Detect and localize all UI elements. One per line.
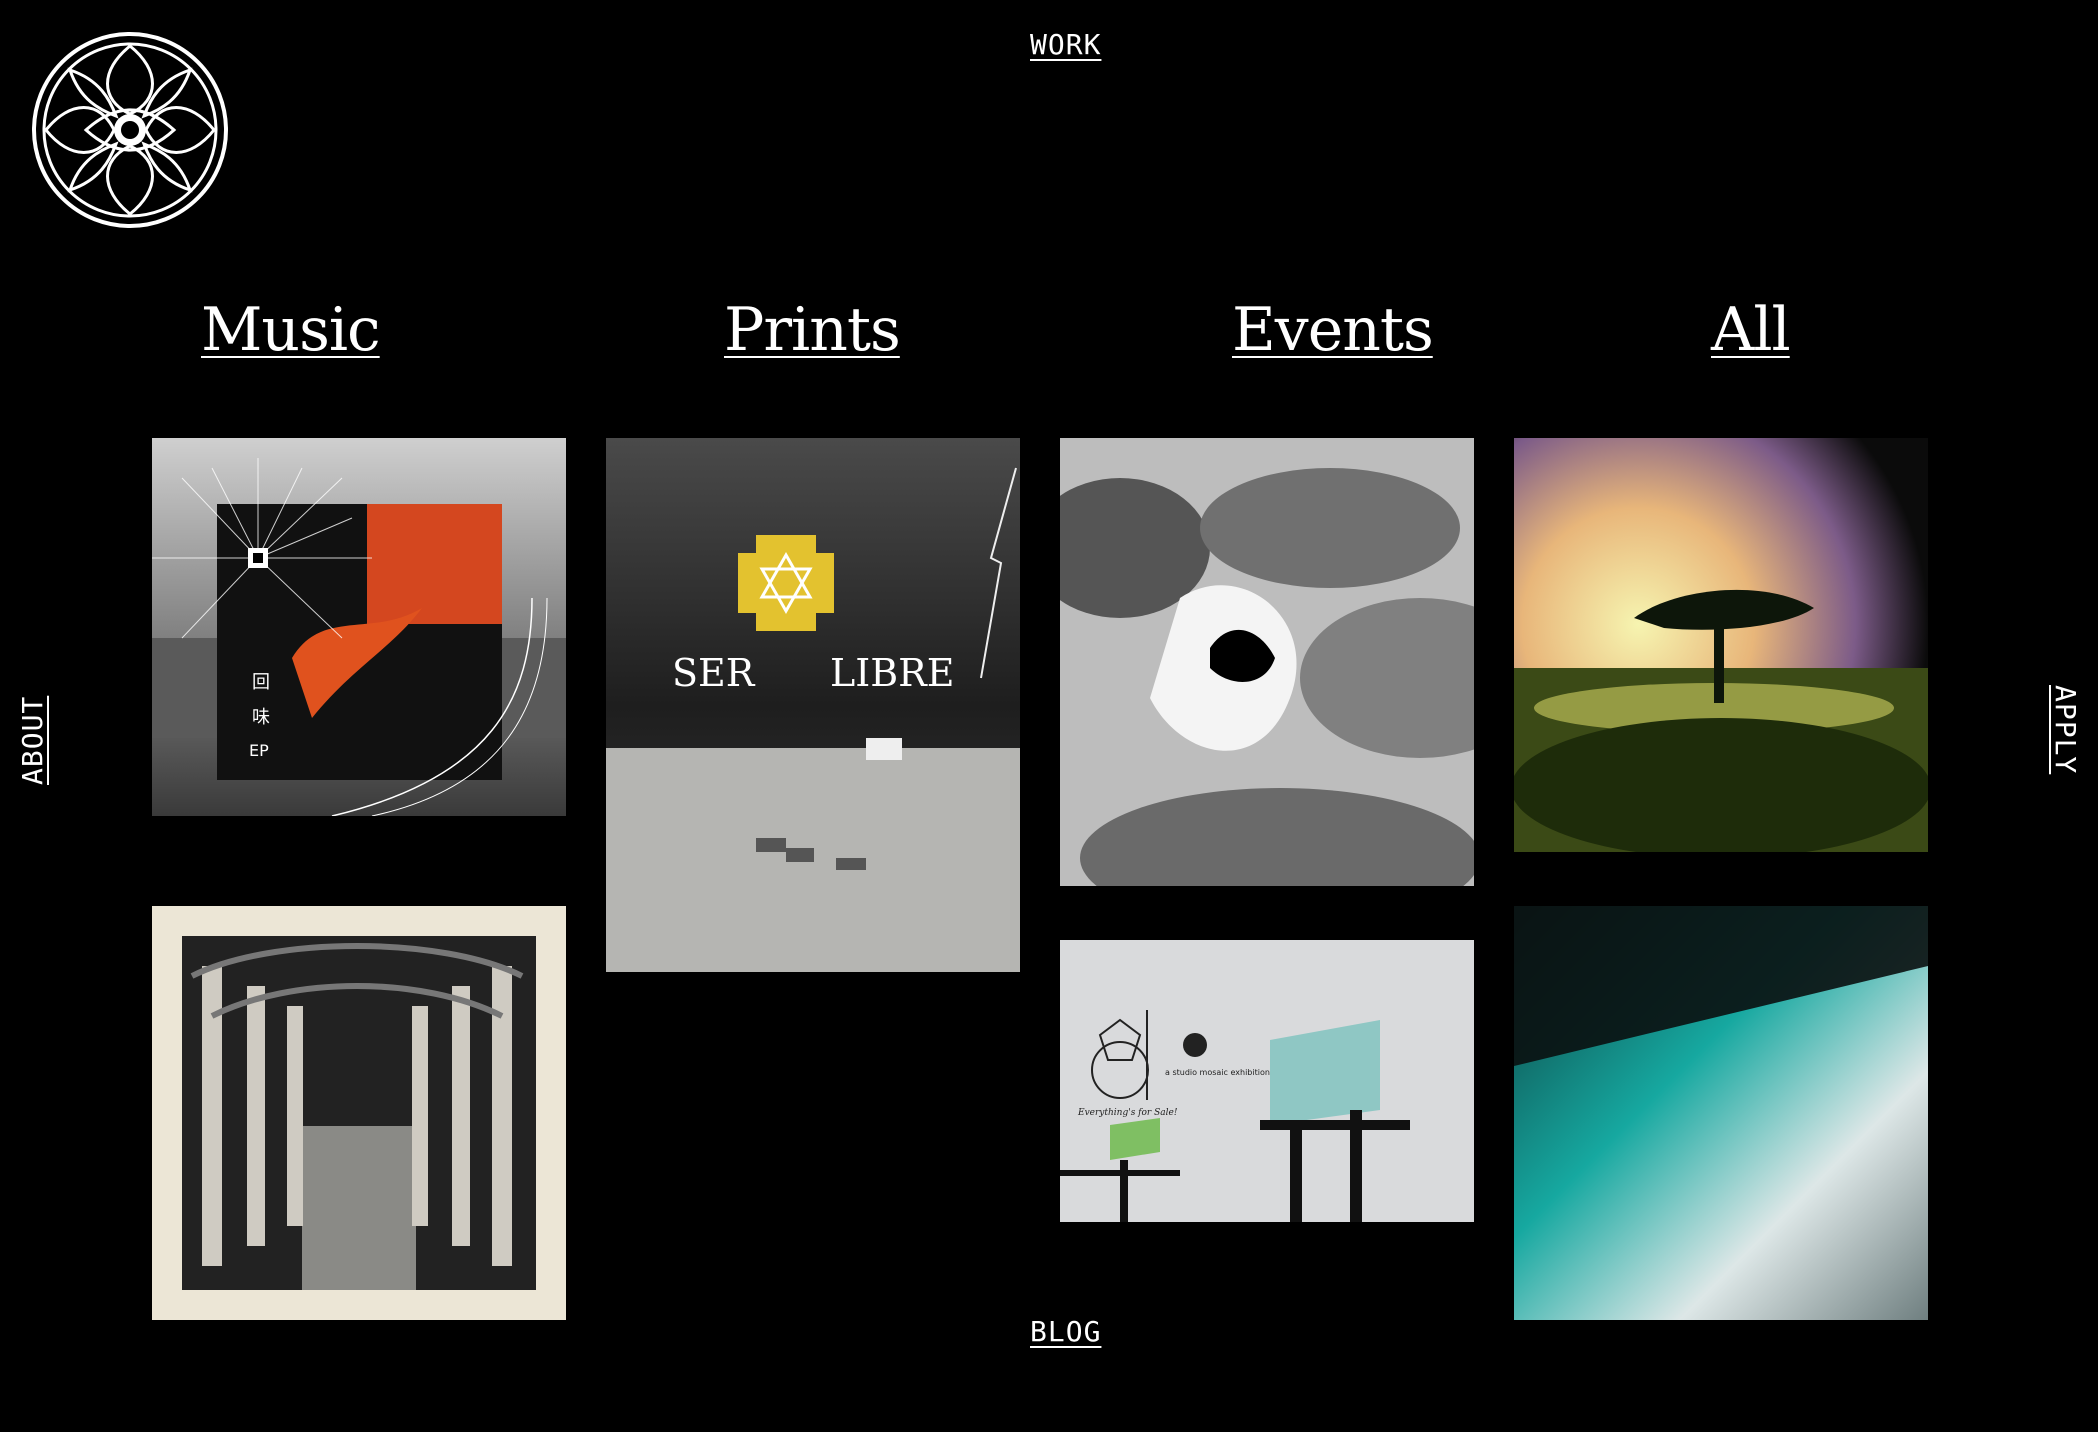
studio-logo-eye-mandala-icon[interactable] [30,30,230,230]
svg-text:味: 味 [252,707,270,728]
nav-work-link[interactable]: WORK [1030,28,1101,61]
nav-blog-link[interactable]: BLOG [1030,1315,1101,1348]
prints-tile-1[interactable]: SER LIBRE [606,438,1020,972]
all-tile-1[interactable] [1514,438,1928,852]
category-prints-link[interactable]: Prints [724,295,901,365]
print-image: SER LIBRE [606,438,1020,972]
nav-about-link[interactable]: ABOUT [16,696,49,785]
music-tile-2[interactable] [152,906,566,1320]
nav-apply-link[interactable]: APPLY [2049,685,2082,774]
svg-text:Everything's for Sale!: Everything's for Sale! [1077,1108,1178,1118]
category-music-link[interactable]: Music [201,295,381,365]
event-image [1060,438,1474,886]
texture-image [1514,906,1928,1320]
events-tile-1[interactable] [1060,438,1474,886]
category-all-link[interactable]: All [1711,295,1791,365]
landscape-image [1514,438,1928,852]
svg-text:EP: EP [249,741,269,760]
album-cover-image: 回 味 EP [152,438,566,816]
album-cover-image [152,906,566,1320]
svg-text:a studio mosaic exhibition: a studio mosaic exhibition [1165,1068,1270,1077]
event-poster-image: Everything's for Sale! a studio mosaic e… [1060,940,1474,1222]
svg-text:SER: SER [672,651,756,695]
svg-text:LIBRE: LIBRE [830,651,955,695]
music-tile-1[interactable]: 回 味 EP [152,438,566,816]
all-tile-2[interactable] [1514,906,1928,1320]
category-events-link[interactable]: Events [1232,295,1434,365]
events-tile-2[interactable]: Everything's for Sale! a studio mosaic e… [1060,940,1474,1222]
svg-text:回: 回 [252,672,270,693]
